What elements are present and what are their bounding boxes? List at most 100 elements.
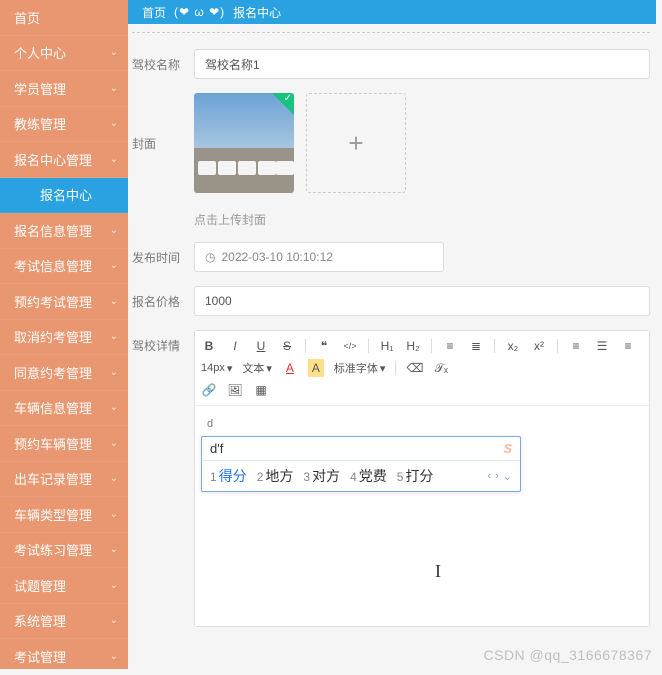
quote-button[interactable]: ❝ bbox=[316, 337, 332, 355]
sidebar-item-18[interactable]: 考试管理 ⌄ bbox=[0, 639, 128, 675]
sidebar-item-10[interactable]: 同意约考管理⌄ bbox=[0, 355, 128, 391]
ul-button[interactable]: ≡ bbox=[442, 337, 458, 355]
editor-toolbar: B I U S ❝ </> H₁ H₂ ≡ ≣ bbox=[195, 331, 649, 406]
chevron-down-icon: ⌄ bbox=[110, 544, 118, 555]
chevron-down-icon: ⌄ bbox=[110, 651, 118, 662]
editor-content-text: d bbox=[207, 418, 213, 430]
sidebar-item-17[interactable]: 系统管理⌄ bbox=[0, 604, 128, 640]
font-color-button[interactable]: A bbox=[282, 359, 298, 377]
sidebar-item-0[interactable]: 首页 bbox=[0, 0, 128, 36]
divider bbox=[132, 32, 650, 33]
upload-hint: 点击上传封面 bbox=[194, 211, 650, 228]
sidebar-item-label: 教练管理 bbox=[14, 114, 66, 133]
clock-icon: ◷ bbox=[205, 250, 215, 264]
chevron-down-icon: ⌄ bbox=[110, 154, 118, 165]
ime-nav[interactable]: ‹ › ⌄ bbox=[487, 470, 512, 483]
publish-time-input[interactable]: ◷ 2022-03-10 10:10:12 bbox=[194, 242, 444, 272]
sidebar-item-4[interactable]: 报名中心管理⌄ bbox=[0, 142, 128, 178]
ime-next-icon[interactable]: › bbox=[495, 470, 499, 483]
chevron-down-icon: ⌄ bbox=[110, 438, 118, 449]
link-button[interactable]: 🔗 bbox=[201, 381, 217, 399]
sidebar-item-label: 预约考试管理 bbox=[14, 292, 92, 311]
chevron-down-icon: ▾ bbox=[380, 362, 386, 375]
clearformat-button[interactable]: 𝒯ₓ bbox=[433, 359, 449, 377]
video-button[interactable]: ▦ bbox=[253, 381, 269, 399]
form: 驾校名称 封面 + 点击上传封面 bbox=[128, 37, 662, 627]
chevron-down-icon: ⌄ bbox=[110, 331, 118, 342]
ol-button[interactable]: ≣ bbox=[468, 337, 484, 355]
code-button[interactable]: </> bbox=[342, 337, 358, 355]
sidebar-item-5[interactable]: 报名中心 bbox=[0, 178, 128, 214]
school-name-input[interactable] bbox=[194, 49, 650, 79]
plus-icon: + bbox=[348, 128, 363, 159]
sidebar-item-13[interactable]: 出车记录管理⌄ bbox=[0, 462, 128, 498]
align-right-button[interactable]: ≡ bbox=[620, 337, 636, 355]
sidebar-item-label: 系统管理 bbox=[14, 611, 66, 630]
sidebar-item-7[interactable]: 考试信息管理⌄ bbox=[0, 249, 128, 285]
row-detail: 驾校详情 B I U S ❝ </> H₁ bbox=[132, 330, 650, 627]
sidebar-item-3[interactable]: 教练管理⌄ bbox=[0, 107, 128, 143]
editor-body[interactable]: d d'f S 1得分 2地方 3对方 4党费 5打分 ‹ › ⌄ bbox=[195, 406, 649, 626]
bg-color-button[interactable]: A bbox=[308, 359, 324, 377]
chevron-down-icon: ▾ bbox=[227, 362, 233, 375]
sidebar-item-14[interactable]: 车辆类型管理 ⌄ bbox=[0, 497, 128, 533]
chevron-down-icon: ⌄ bbox=[110, 580, 118, 591]
fontsize-select[interactable]: 14px ▾ bbox=[201, 362, 232, 375]
chevron-down-icon: ⌄ bbox=[110, 225, 118, 236]
price-label: 报名价格 bbox=[132, 286, 194, 316]
chevron-down-icon: ⌄ bbox=[110, 47, 118, 58]
sidebar-item-15[interactable]: 考试练习管理 ⌄ bbox=[0, 533, 128, 569]
ime-candidate[interactable]: 4党费 bbox=[350, 466, 387, 486]
sidebar-item-label: 个人中心 bbox=[14, 43, 66, 62]
sidebar-item-label: 考试管理 bbox=[14, 647, 66, 666]
ime-input-text: d'f bbox=[210, 441, 223, 456]
ime-candidate[interactable]: 2地方 bbox=[257, 466, 294, 486]
sidebar: 首页个人中心⌄学员管理⌄教练管理⌄报名中心管理⌄报名中心报名信息管理⌄考试信息管… bbox=[0, 0, 128, 669]
sidebar-item-2[interactable]: 学员管理⌄ bbox=[0, 71, 128, 107]
sidebar-item-11[interactable]: 车辆信息管理⌄ bbox=[0, 391, 128, 427]
ime-prev-icon[interactable]: ‹ bbox=[487, 470, 491, 483]
align-left-button[interactable]: ≡ bbox=[568, 337, 584, 355]
row-school-name: 驾校名称 bbox=[132, 49, 650, 79]
ime-candidate[interactable]: 1得分 bbox=[210, 466, 247, 486]
sidebar-item-9[interactable]: 取消约考管理⌄ bbox=[0, 320, 128, 356]
bold-button[interactable]: B bbox=[201, 337, 217, 355]
sidebar-item-label: 预约车辆管理 bbox=[14, 434, 92, 453]
sidebar-item-label: 车辆类型管理 bbox=[14, 505, 92, 524]
ime-candidate[interactable]: 3对方 bbox=[303, 466, 340, 486]
align-center-button[interactable]: ☰ bbox=[594, 337, 610, 355]
image-button[interactable]: 🖼 bbox=[227, 381, 243, 399]
subscript-button[interactable]: x₂ bbox=[505, 337, 521, 355]
sidebar-item-1[interactable]: 个人中心 ⌄ bbox=[0, 36, 128, 72]
text-cursor-icon: I bbox=[435, 561, 441, 582]
underline-button[interactable]: U bbox=[253, 337, 269, 355]
sidebar-item-6[interactable]: 报名信息管理⌄ bbox=[0, 213, 128, 249]
ime-candidate[interactable]: 5打分 bbox=[397, 466, 434, 486]
watermark: CSDN @qq_3166678367 bbox=[484, 647, 653, 663]
chevron-down-icon: ▾ bbox=[266, 362, 272, 375]
upload-cover-button[interactable]: + bbox=[306, 93, 406, 193]
h1-button[interactable]: H₁ bbox=[379, 337, 395, 355]
fontfamily-select[interactable]: 文本 ▾ bbox=[242, 360, 272, 376]
sidebar-item-16[interactable]: 试题管理⌄ bbox=[0, 568, 128, 604]
cover-thumbnail[interactable] bbox=[194, 93, 294, 193]
breadcrumb-current: 报名中心 bbox=[233, 4, 281, 21]
sidebar-item-label: 首页 bbox=[14, 8, 40, 27]
strike-button[interactable]: S bbox=[279, 337, 295, 355]
breadcrumb-owo-icon: (❤ ω ❤) bbox=[174, 5, 225, 19]
sidebar-item-12[interactable]: 预约车辆管理 ⌄ bbox=[0, 426, 128, 462]
eraser-button[interactable]: ⌫ bbox=[406, 359, 423, 377]
price-input[interactable] bbox=[194, 286, 650, 316]
ime-more-icon[interactable]: ⌄ bbox=[503, 470, 512, 483]
breadcrumb-home[interactable]: 首页 bbox=[142, 4, 166, 21]
sidebar-item-label: 同意约考管理 bbox=[14, 363, 92, 382]
publish-time-label: 发布时间 bbox=[132, 242, 194, 272]
sidebar-item-8[interactable]: 预约考试管理⌄ bbox=[0, 284, 128, 320]
sidebar-item-label: 考试练习管理 bbox=[14, 540, 92, 559]
chevron-down-icon: ⌄ bbox=[110, 509, 118, 520]
superscript-button[interactable]: x² bbox=[531, 337, 547, 355]
h2-button[interactable]: H₂ bbox=[405, 337, 421, 355]
ime-logo-icon: S bbox=[503, 441, 512, 456]
stdfont-select[interactable]: 标准字体 ▾ bbox=[334, 360, 386, 376]
italic-button[interactable]: I bbox=[227, 337, 243, 355]
